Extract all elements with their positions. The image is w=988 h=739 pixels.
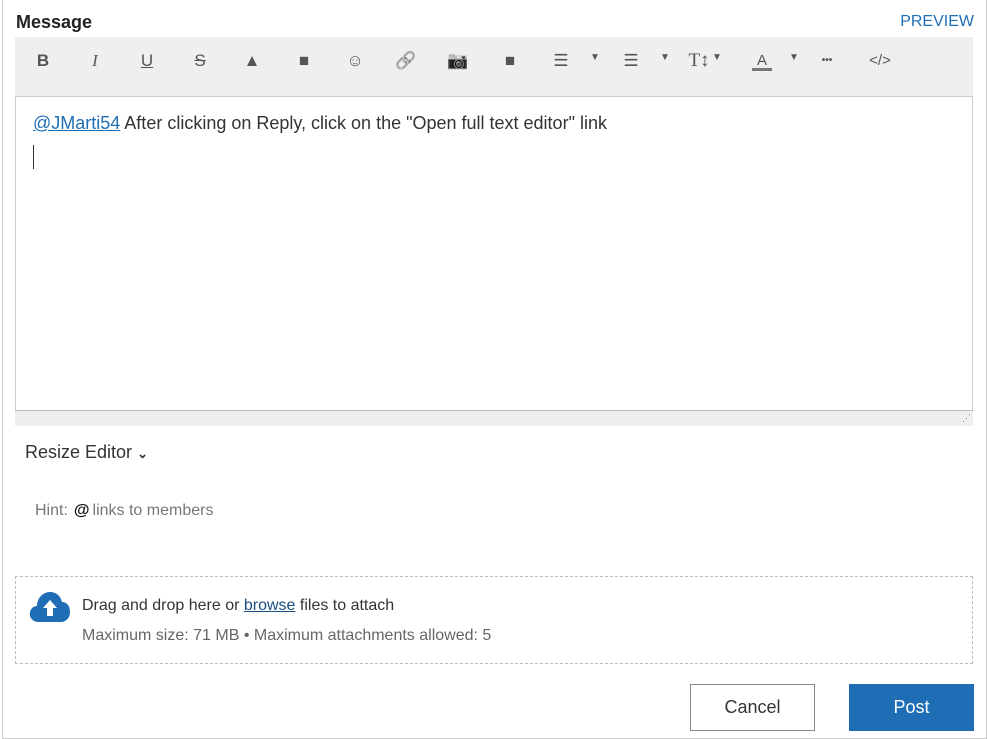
message-title: Message bbox=[16, 12, 93, 32]
editor-content: @JMarti54 After clicking on Reply, click… bbox=[33, 113, 607, 134]
attachment-dropzone[interactable]: Drag and drop here or browse files to at… bbox=[15, 576, 973, 664]
emoji-icon[interactable]: ☺ bbox=[345, 51, 365, 71]
resize-editor-toggle[interactable]: Resize Editor ⌄ bbox=[25, 442, 148, 463]
cancel-button[interactable]: Cancel bbox=[690, 684, 815, 731]
attach-prefix: Drag and drop here or bbox=[82, 597, 244, 614]
hint-text: links to members bbox=[92, 502, 214, 519]
bullet-list-icon[interactable]: ☰ bbox=[621, 51, 641, 71]
bold-icon[interactable]: B bbox=[34, 51, 52, 71]
resize-strip: ⋰ bbox=[15, 411, 973, 426]
strikethrough-icon[interactable]: S bbox=[191, 51, 209, 71]
underline-icon[interactable]: U bbox=[138, 51, 156, 71]
post-button[interactable]: Post bbox=[849, 684, 974, 731]
attach-instructions: Drag and drop here or browse files to at… bbox=[82, 597, 394, 615]
resize-grip-icon[interactable]: ⋰ bbox=[962, 413, 971, 424]
attach-suffix: files to attach bbox=[295, 597, 395, 614]
text-color-icon[interactable]: A bbox=[752, 51, 772, 71]
mention-link[interactable]: @JMarti54 bbox=[33, 113, 120, 133]
browse-link[interactable]: browse bbox=[244, 597, 296, 614]
link-icon[interactable]: 🔗 bbox=[395, 51, 417, 71]
text-cursor bbox=[33, 145, 34, 169]
hint-label: Hint: bbox=[35, 502, 68, 519]
editor-text: After clicking on Reply, click on the "O… bbox=[120, 113, 607, 133]
warning-icon[interactable]: ▲ bbox=[242, 51, 262, 71]
chevron-down-icon: ⌄ bbox=[137, 446, 148, 461]
hint-symbol: @ bbox=[73, 502, 90, 519]
cloud-upload-icon bbox=[29, 592, 70, 622]
message-editor[interactable]: @JMarti54 After clicking on Reply, click… bbox=[15, 96, 973, 411]
camera-icon[interactable]: 📷 bbox=[447, 51, 469, 71]
font-size-icon[interactable]: T↕ bbox=[687, 51, 711, 71]
video-icon[interactable]: ■ bbox=[294, 51, 314, 71]
font-size-dropdown-icon[interactable]: ▼ bbox=[712, 52, 722, 63]
hint: Hint: @ links to members bbox=[35, 502, 213, 520]
bullet-list-dropdown-icon[interactable]: ▼ bbox=[660, 52, 670, 63]
video-icon[interactable]: ■ bbox=[500, 51, 520, 71]
ordered-list-dropdown-icon[interactable]: ▼ bbox=[590, 52, 600, 63]
ordered-list-icon[interactable]: ☰ bbox=[551, 51, 571, 71]
attach-limits: Maximum size: 71 MB • Maximum attachment… bbox=[82, 627, 492, 644]
text-color-dropdown-icon[interactable]: ▼ bbox=[789, 52, 799, 63]
resize-editor-label: Resize Editor bbox=[25, 442, 133, 462]
editor-toolbar: B I U S ▲ ■ ☺ 🔗 📷 ■ ☰ ▼ ☰ ▼ T↕ ▼ A ▼ •••… bbox=[15, 37, 973, 96]
italic-icon[interactable]: I bbox=[86, 51, 104, 71]
more-icon[interactable]: ••• bbox=[817, 51, 837, 71]
preview-link[interactable]: PREVIEW bbox=[900, 13, 974, 31]
source-code-icon[interactable]: </> bbox=[868, 51, 892, 71]
